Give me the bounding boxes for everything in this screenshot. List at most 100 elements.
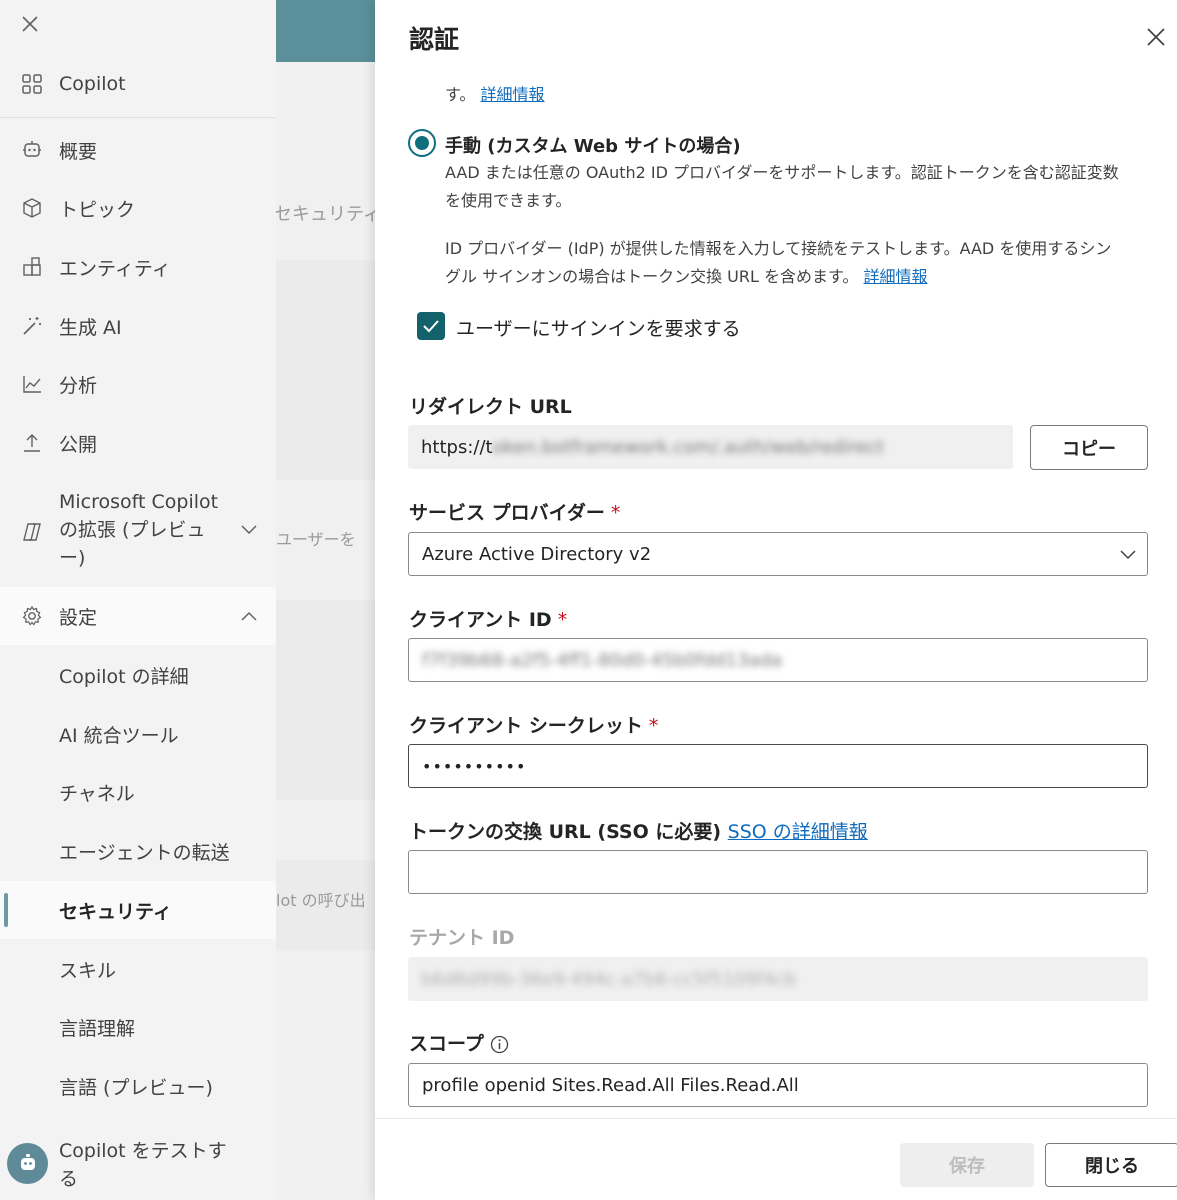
client-id-field[interactable]: f7f39b68-a2f5-4ff1-80d0-45b0fdd13ada [408, 638, 1148, 682]
nav-sub-ai-tools[interactable]: AI 統合ツール [0, 720, 276, 748]
desc-line: AAD または任意の OAuth2 ID プロバイダーをサポートします。認証トー… [445, 163, 1119, 182]
nav-item-analytics[interactable]: 分析 [0, 370, 276, 398]
background-text: セキュリティ [276, 204, 376, 225]
nav-sub-channels[interactable]: チャネル [0, 778, 276, 806]
label-text: トークンの交換 URL (SSO に必要) [409, 821, 722, 843]
nav-item-label: エンティティ [59, 257, 171, 280]
panel-footer: 保存 閉じる [375, 1118, 1177, 1200]
require-signin-checkbox[interactable] [417, 312, 445, 340]
chevron-down-icon [1119, 545, 1137, 563]
token-exchange-url-field[interactable] [408, 850, 1148, 894]
nav-sub-label: スキル [59, 959, 117, 982]
nav-copilot[interactable]: Copilot [0, 70, 276, 98]
service-provider-label: サービス プロバイダー * [409, 498, 620, 525]
nav-item-settings[interactable]: 設定 [0, 602, 276, 630]
client-secret-label: クライアント シークレット * [409, 711, 658, 738]
scope-value: profile openid Sites.Read.All Files.Read… [422, 1074, 799, 1096]
copy-button[interactable]: コピー [1030, 425, 1148, 470]
nav-item-label: トピック [59, 198, 136, 221]
sso-learn-more-link[interactable]: SSO の詳細情報 [728, 821, 868, 843]
required-mark: * [648, 715, 659, 737]
manual-radio-label: 手動 (カスタム Web サイトの場合) [445, 136, 741, 157]
client-id-value: f7f39b68-a2f5-4ff1-80d0-45b0fdd13ada [422, 649, 783, 671]
background-text: ユーザーを [276, 530, 356, 549]
nav-item-entities[interactable]: エンティティ [0, 253, 276, 281]
nav-divider [0, 117, 276, 118]
nav-sub-label: 言語理解 [59, 1017, 136, 1040]
test-label-line: る [59, 1168, 79, 1190]
nav-sub-label: セキュリティ [59, 900, 172, 923]
manual-radio[interactable] [408, 129, 436, 157]
redirect-url-label: リダイレクト URL [409, 396, 572, 418]
test-label-line: Copilot をテストす [59, 1140, 227, 1162]
nav-sub-label: チャネル [59, 782, 135, 805]
learn-more-link[interactable]: 詳細情報 [481, 85, 545, 104]
nav-item-label: 分析 [59, 374, 98, 397]
background-page: セキュリティ ユーザーを lot の呼び出 [276, 0, 376, 1200]
require-signin-label: ユーザーにサインインを要求する [456, 318, 741, 340]
prev-option-text: す。 [445, 85, 476, 104]
nav-sub-agent-transfer[interactable]: エージェントの転送 [0, 837, 276, 865]
extensions-label-line: Microsoft Copilot [59, 491, 219, 513]
dropdown-value: Azure Active Directory v2 [422, 543, 652, 565]
radio-dot [415, 136, 429, 150]
client-id-label: クライアント ID * [409, 605, 567, 632]
save-button[interactable]: 保存 [900, 1143, 1034, 1187]
nav-sub-language-understanding[interactable]: 言語理解 [0, 1013, 276, 1041]
client-secret-field[interactable]: •••••••••• [408, 744, 1148, 788]
redirect-url-field[interactable]: https://t oken.botframework.com/.auth/web… [408, 425, 1013, 469]
desc-line: を使用できます。 [445, 191, 572, 210]
required-mark: * [557, 609, 568, 631]
nav-sub-skills[interactable]: スキル [0, 955, 276, 983]
prev-option-desc: す。 詳細情報 [445, 81, 545, 109]
nav-item-topics[interactable]: トピック [0, 194, 276, 222]
service-provider-dropdown[interactable]: Azure Active Directory v2 [408, 532, 1148, 576]
nav-item-overview[interactable]: 概要 [0, 136, 276, 164]
redirect-url-blurred: oken.botframework.com/.auth/web/redirect [492, 436, 884, 458]
nav-copilot-label: Copilot [59, 73, 126, 95]
test-copilot-label: Copilot をテストす る [59, 1137, 227, 1193]
nav-item-label: 生成 AI [59, 316, 122, 339]
nav-sub-label: 言語 (プレビュー) [59, 1076, 213, 1099]
nav-sub-languages[interactable]: 言語 (プレビュー) [0, 1072, 276, 1100]
close-button[interactable]: 閉じる [1045, 1143, 1177, 1187]
background-text: lot の呼び出 [276, 891, 366, 910]
label-text: スコープ [409, 1033, 484, 1055]
panel-title: 認証 [409, 25, 460, 54]
nav-sub-copilot-details[interactable]: Copilot の詳細 [0, 661, 276, 689]
scope-field[interactable]: profile openid Sites.Read.All Files.Read… [408, 1063, 1148, 1107]
nav-item-copilot-extensions[interactable]: Microsoft Copilot の拡張 (プレビュ ー) [0, 488, 276, 576]
tenant-id-label: テナント ID [409, 927, 515, 949]
nav-sub-security[interactable]: セキュリティ [0, 896, 276, 924]
chart-icon [20, 372, 44, 396]
close-icon[interactable] [1141, 22, 1171, 52]
nav-test-copilot[interactable]: Copilot をテストす る [0, 1137, 276, 1193]
nav-sub-label: エージェントの転送 [59, 841, 230, 864]
client-secret-value: •••••••••• [422, 756, 527, 776]
info-icon[interactable] [490, 1035, 509, 1054]
left-navigation: Copilot 概要 トピック エンティティ 生成 AI 分析 公開 Micro… [0, 0, 276, 1200]
scope-label: スコープ [409, 1029, 509, 1056]
authentication-panel: 認証 す。 詳細情報 手動 (カスタム Web サイトの場合) AAD または任… [375, 0, 1177, 1200]
close-nav-icon[interactable] [18, 12, 42, 36]
entity-icon [20, 255, 44, 279]
redirect-url-visible: https://t [421, 436, 493, 458]
nav-item-generative-ai[interactable]: 生成 AI [0, 312, 276, 340]
tenant-id-value: b6d6d99b-36e9-494c-a7b6-cc5f5109f4cb [421, 968, 797, 990]
grid-icon [20, 72, 44, 96]
wand-icon [20, 314, 44, 338]
cube-icon [20, 196, 44, 220]
chevron-up-icon[interactable] [240, 607, 258, 625]
nav-sub-label: Copilot の詳細 [59, 665, 189, 688]
background-card [276, 260, 376, 480]
token-exchange-label: トークンの交換 URL (SSO に必要) SSO の詳細情報 [409, 817, 868, 844]
nav-item-extensions-label: Microsoft Copilot の拡張 (プレビュ ー) [59, 488, 218, 572]
label-text: クライアント シークレット [409, 715, 643, 737]
nav-item-publish[interactable]: 公開 [0, 429, 276, 457]
chevron-down-icon[interactable] [240, 521, 258, 539]
background-header [276, 0, 376, 62]
idp-description: ID プロバイダー (IdP) が提供した情報を入力して接続をテストします。AA… [445, 235, 1111, 291]
desc-line: ID プロバイダー (IdP) が提供した情報を入力して接続をテストします。AA… [445, 239, 1112, 258]
nav-item-label: 概要 [59, 140, 98, 163]
learn-more-link[interactable]: 詳細情報 [864, 267, 928, 286]
